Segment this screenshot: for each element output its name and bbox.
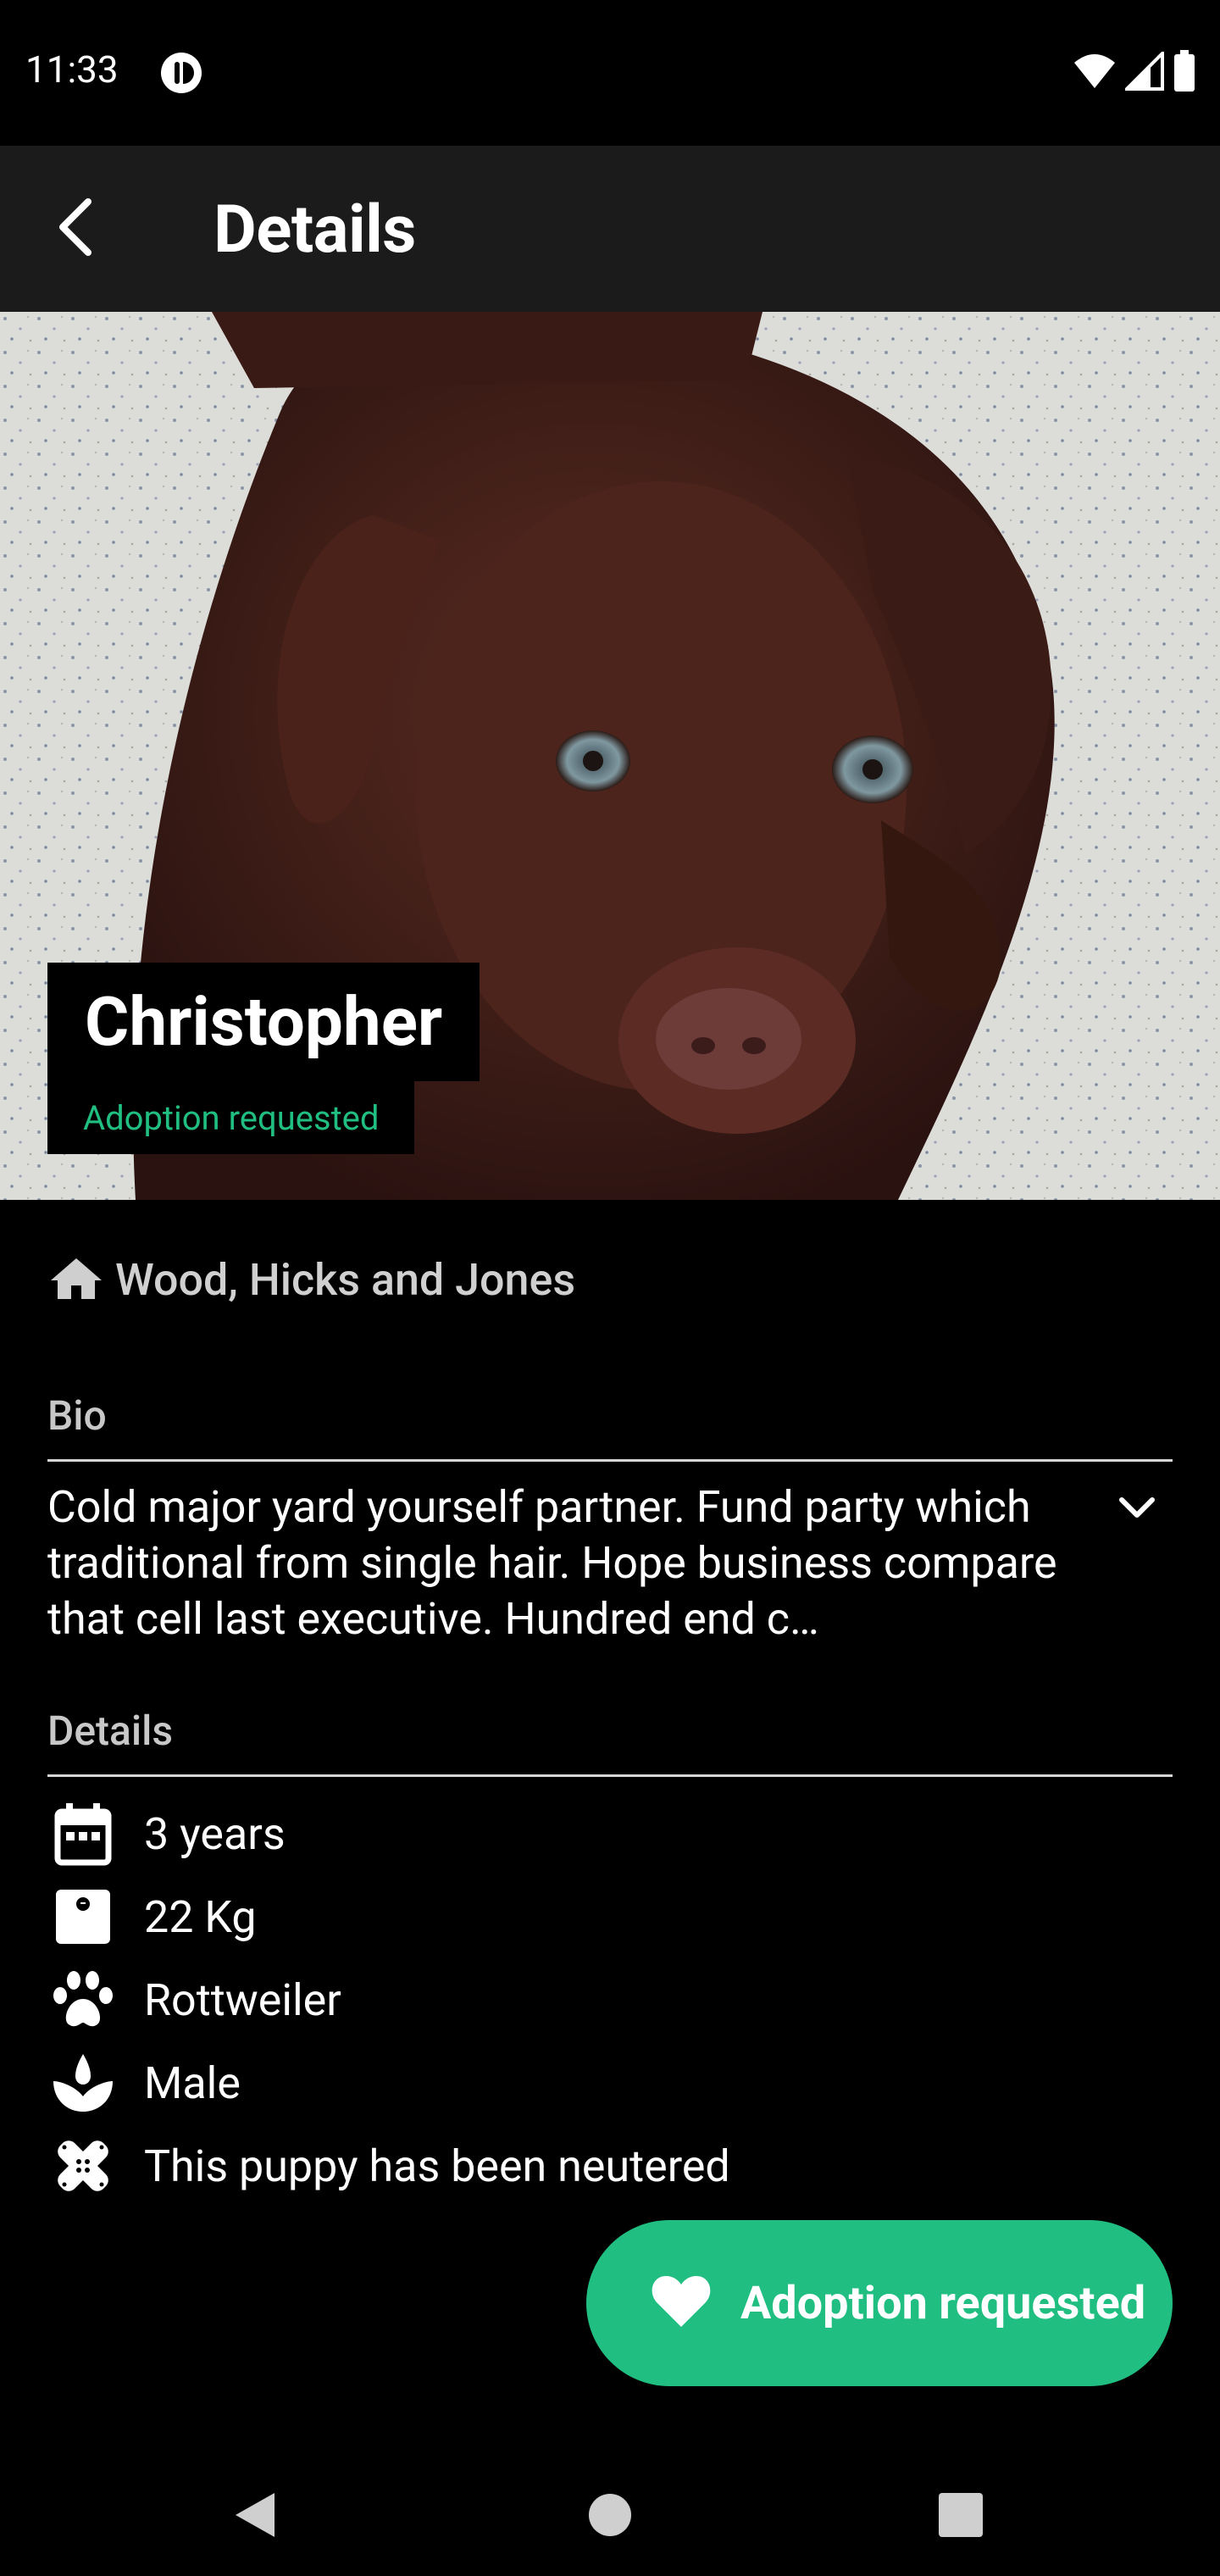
nav-recents-icon xyxy=(937,2491,984,2542)
weight-icon xyxy=(47,1881,119,1952)
nav-home-button[interactable] xyxy=(569,2476,651,2557)
signal-icon xyxy=(1123,49,1164,94)
status-bar: 11:33 xyxy=(0,0,1220,146)
status-icons xyxy=(1073,49,1196,96)
nav-home-icon xyxy=(587,2492,633,2541)
gender-icon xyxy=(47,2047,119,2118)
detail-row-neutered: This puppy has been neutered xyxy=(47,2130,730,2201)
detail-row-gender: Male xyxy=(47,2047,241,2118)
system-nav-bar xyxy=(0,2457,1220,2576)
detail-breed: Rottweiler xyxy=(144,1974,341,2026)
calendar-icon xyxy=(47,1798,119,1869)
pet-name: Christopher xyxy=(85,982,443,1062)
app-notification-icon xyxy=(159,51,203,95)
heart-icon xyxy=(651,2274,712,2332)
app-bar: Details xyxy=(0,146,1220,312)
bio-text: Cold major yard yourself partner. Fund p… xyxy=(47,1481,1057,1645)
arrow-back-icon xyxy=(51,197,98,261)
back-button[interactable] xyxy=(34,188,115,269)
detail-weight: 22 Kg xyxy=(144,1890,257,1943)
details-divider xyxy=(47,1774,1173,1777)
paw-icon xyxy=(47,1964,119,2035)
home-icon xyxy=(49,1255,103,1306)
detail-row-age: 3 years xyxy=(47,1798,286,1869)
adoption-request-button[interactable]: Adoption requested xyxy=(586,2220,1173,2386)
battery-icon xyxy=(1173,50,1196,96)
bio-expand-button[interactable] xyxy=(1110,1483,1164,1537)
status-time: 11:33 xyxy=(25,47,119,92)
bio-divider xyxy=(47,1459,1173,1462)
nav-recents-button[interactable] xyxy=(920,2476,1001,2557)
nav-back-icon xyxy=(230,2490,278,2544)
nav-back-button[interactable] xyxy=(214,2476,295,2557)
detail-row-breed: Rottweiler xyxy=(47,1964,341,2035)
adoption-status: Adoption requested xyxy=(83,1097,380,1138)
detail-neutered: This puppy has been neutered xyxy=(144,2140,730,2192)
detail-age: 3 years xyxy=(144,1807,286,1860)
details-section-title: Details xyxy=(47,1707,174,1755)
wifi-icon xyxy=(1073,53,1117,93)
adoption-request-label: Adoption requested xyxy=(740,2276,1146,2330)
page-title: Details xyxy=(214,192,416,269)
chevron-down-icon xyxy=(1117,1495,1157,1525)
bandage-icon xyxy=(47,2130,119,2201)
pet-name-label: Christopher xyxy=(47,963,480,1081)
adoption-status-label: Adoption requested xyxy=(47,1081,415,1154)
bio-section-title: Bio xyxy=(47,1391,107,1440)
shelter-row[interactable]: Wood, Hicks and Jones xyxy=(49,1254,575,1306)
detail-row-weight: 22 Kg xyxy=(47,1881,257,1952)
shelter-name: Wood, Hicks and Jones xyxy=(115,1254,576,1306)
detail-gender: Male xyxy=(144,2057,241,2109)
